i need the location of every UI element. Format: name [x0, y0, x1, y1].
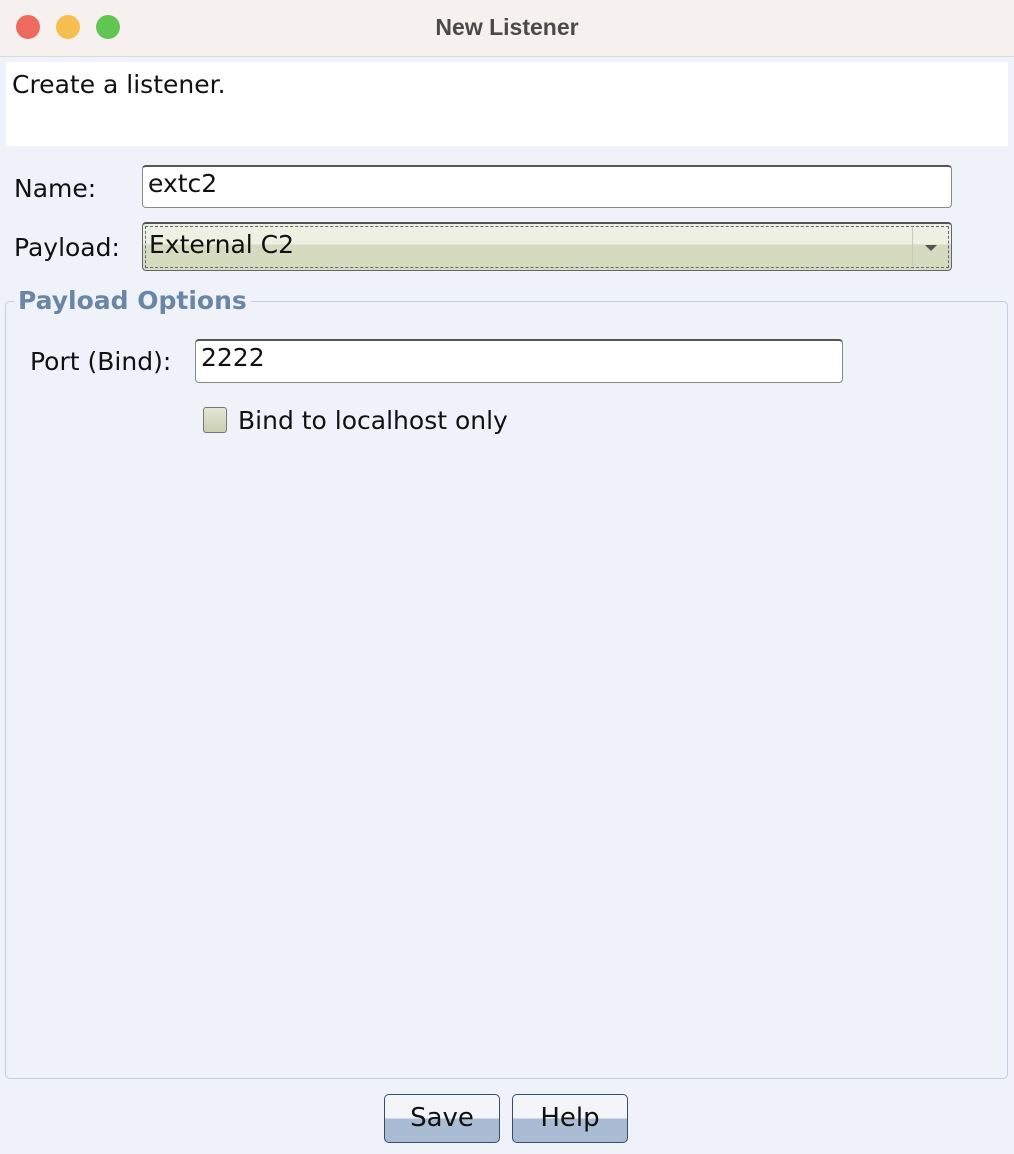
chevron-down-icon[interactable] — [912, 228, 947, 266]
port-label: Port (Bind): — [30, 347, 172, 376]
window-title: New Listener — [435, 14, 579, 40]
payload-label: Payload: — [14, 233, 120, 262]
save-button[interactable]: Save — [384, 1094, 500, 1143]
name-input[interactable]: extc2 — [142, 165, 952, 208]
payload-selected-value: External C2 — [149, 230, 295, 259]
port-input[interactable]: 2222 — [195, 339, 843, 383]
name-label: Name: — [14, 174, 97, 203]
title-bar: New Listener — [0, 0, 1014, 57]
localhost-only-label[interactable]: Bind to localhost only — [238, 406, 508, 435]
payload-options-title: Payload Options — [14, 286, 251, 315]
description-text: Create a listener. — [12, 70, 226, 99]
description-panel: Create a listener. — [6, 62, 1008, 146]
payload-select[interactable]: External C2 — [142, 222, 952, 271]
help-button[interactable]: Help — [512, 1094, 628, 1143]
localhost-only-checkbox[interactable] — [203, 407, 227, 433]
